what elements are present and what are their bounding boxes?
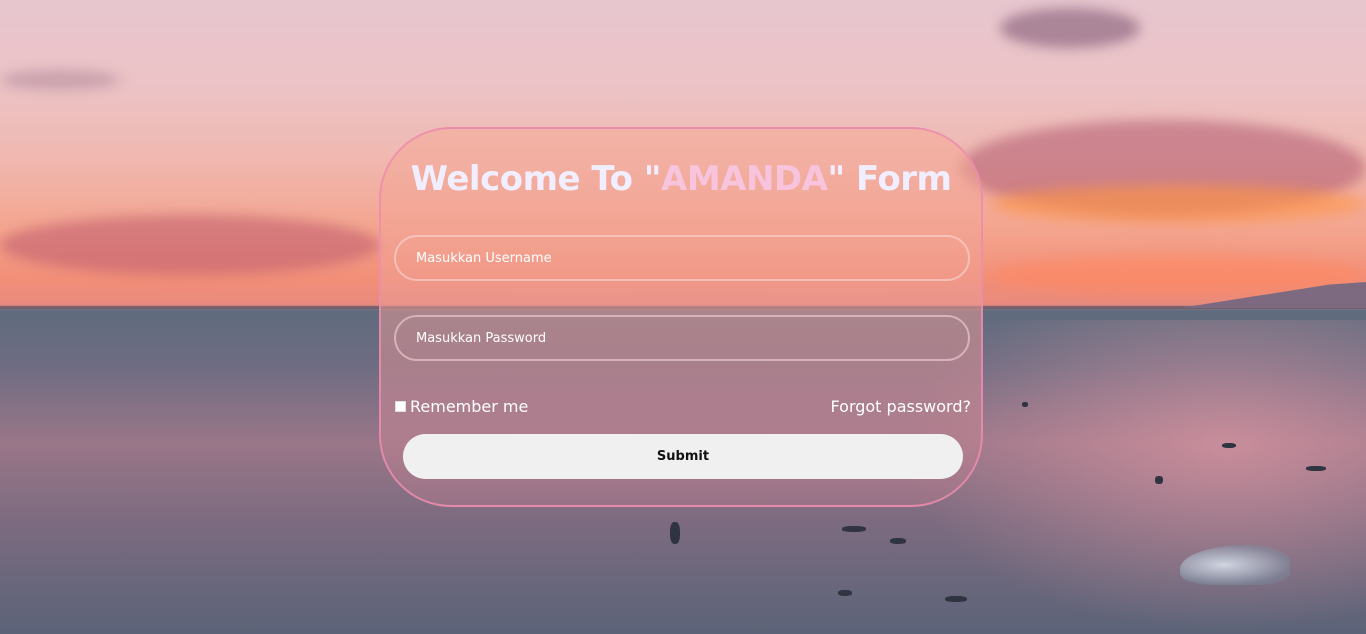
remember-checkbox[interactable] (395, 401, 406, 412)
password-field (394, 315, 970, 361)
form-title: Welcome To "AMANDA" Form (381, 159, 981, 199)
surfer (842, 526, 866, 532)
username-input[interactable] (396, 237, 968, 279)
surfer (1155, 476, 1163, 484)
surfer (1306, 466, 1326, 471)
username-field (394, 235, 970, 281)
surfer (890, 538, 906, 544)
sky-cloud (0, 70, 120, 90)
login-page: Welcome To "AMANDA" Form Remember me For… (0, 0, 1366, 634)
title-brand: AMANDA (661, 159, 828, 199)
surfer (945, 596, 967, 602)
remember-me[interactable]: Remember me (395, 397, 528, 416)
sky-cloud (1000, 8, 1140, 48)
remember-label: Remember me (410, 397, 529, 416)
surfer (838, 590, 852, 596)
title-suffix: " Form (827, 159, 952, 199)
password-input[interactable] (396, 317, 968, 359)
surfer (1022, 402, 1028, 407)
login-form: Welcome To "AMANDA" Form Remember me For… (379, 127, 983, 507)
sunset-glow (990, 185, 1366, 223)
title-prefix: Welcome To " (410, 159, 662, 199)
surfer (1222, 443, 1236, 448)
forgot-password-link[interactable]: Forgot password? (831, 397, 971, 416)
surfer (670, 522, 680, 544)
submit-button[interactable]: Submit (403, 434, 963, 479)
sky-cloud (0, 215, 380, 275)
